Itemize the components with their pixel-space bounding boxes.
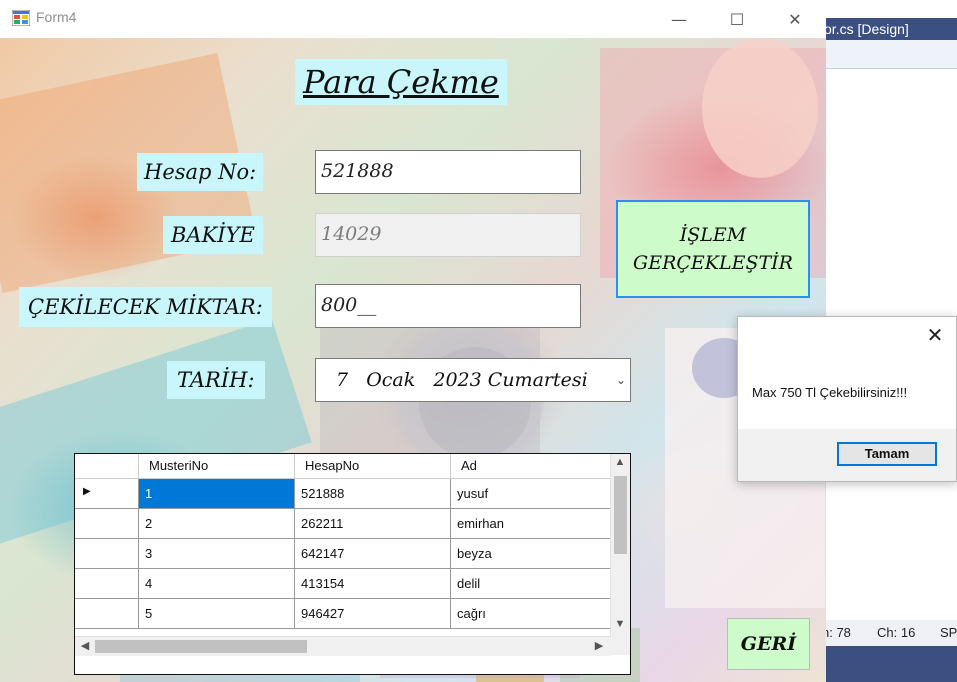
ide-status-extra: SP bbox=[940, 625, 957, 640]
cell-hesapno[interactable]: 946427 bbox=[295, 599, 451, 628]
hesap-no-input[interactable]: 521888 bbox=[315, 150, 581, 194]
row-header[interactable]: ▶ bbox=[75, 479, 139, 508]
current-row-icon: ▶ bbox=[83, 486, 91, 497]
cell-ad[interactable]: yusuf bbox=[451, 479, 611, 508]
tamam-button[interactable]: Tamam bbox=[837, 442, 937, 466]
column-header-hesapno[interactable]: HesapNo bbox=[295, 454, 451, 478]
cell-musterino[interactable]: 3 bbox=[139, 539, 295, 568]
scroll-down-icon[interactable]: ▼ bbox=[612, 618, 628, 630]
scrollbar-corner bbox=[611, 636, 630, 655]
chevron-down-icon[interactable]: ⌄ bbox=[612, 359, 630, 401]
bakiye-field: 14029 bbox=[315, 213, 581, 257]
maximize-button[interactable]: ☐ bbox=[708, 0, 766, 38]
horizontal-scroll-thumb[interactable] bbox=[95, 640, 307, 653]
form-app-icon bbox=[12, 10, 30, 26]
row-header[interactable] bbox=[75, 509, 139, 538]
ide-document-tab-label: or.cs [Design] bbox=[824, 21, 909, 37]
cell-hesapno[interactable]: 521888 bbox=[295, 479, 451, 508]
table-row[interactable]: 5 946427 cağrı bbox=[75, 599, 611, 629]
grid-corner-header[interactable] bbox=[75, 454, 139, 478]
page-title: Para Çekme bbox=[295, 59, 507, 105]
column-header-musterino[interactable]: MusteriNo bbox=[139, 454, 295, 478]
cekilecek-miktar-label: ÇEKİLECEK MİKTAR: bbox=[19, 287, 272, 327]
cell-musterino[interactable]: 2 bbox=[139, 509, 295, 538]
islem-gerceklestir-button[interactable]: İŞLEM GERÇEKLEŞTİR bbox=[616, 200, 810, 298]
ide-status-bar: n: 78 Ch: 16 SP bbox=[822, 620, 957, 646]
maximize-icon: ☐ bbox=[729, 9, 745, 29]
dialog-footer: Tamam bbox=[738, 429, 956, 481]
vertical-scroll-thumb[interactable] bbox=[614, 476, 627, 554]
cell-hesapno[interactable]: 642147 bbox=[295, 539, 451, 568]
close-button[interactable]: ✕ bbox=[766, 0, 824, 38]
table-row[interactable]: 4 413154 delil bbox=[75, 569, 611, 599]
grid-header: MusteriNo HesapNo Ad bbox=[75, 454, 611, 479]
cell-ad[interactable]: emirhan bbox=[451, 509, 611, 538]
cell-hesapno[interactable]: 262211 bbox=[295, 509, 451, 538]
table-row[interactable]: 3 642147 beyza bbox=[75, 539, 611, 569]
ide-status-column: Ch: 16 bbox=[877, 625, 916, 640]
scroll-up-icon[interactable]: ▲ bbox=[612, 456, 628, 468]
ide-toolbar-strip bbox=[826, 40, 957, 69]
cell-ad[interactable]: beyza bbox=[451, 539, 611, 568]
islem-button-line2: GERÇEKLEŞTİR bbox=[633, 252, 793, 274]
row-header[interactable] bbox=[75, 539, 139, 568]
cell-ad[interactable]: delil bbox=[451, 569, 611, 598]
table-row[interactable]: 2 262211 emirhan bbox=[75, 509, 611, 539]
tarih-label: TARİH: bbox=[167, 361, 265, 399]
grid-horizontal-scrollbar[interactable]: ◀ ▶ bbox=[75, 636, 611, 656]
scroll-left-icon[interactable]: ◀ bbox=[77, 639, 93, 652]
islem-button-line1: İŞLEM bbox=[679, 224, 747, 246]
geri-button[interactable]: GERİ bbox=[727, 618, 810, 670]
column-header-ad[interactable]: Ad bbox=[451, 454, 611, 478]
row-header[interactable] bbox=[75, 599, 139, 628]
cell-ad[interactable]: cağrı bbox=[451, 599, 611, 628]
customer-data-grid[interactable]: MusteriNo HesapNo Ad ▶ 1 521888 yusuf 2 … bbox=[74, 453, 631, 675]
tarih-date-picker[interactable]: 7 Ocak 2023 Cumartesi ⌄ bbox=[315, 358, 631, 402]
window-title: Form4 bbox=[36, 9, 77, 25]
cell-musterino[interactable]: 5 bbox=[139, 599, 295, 628]
table-row[interactable]: ▶ 1 521888 yusuf bbox=[75, 479, 611, 509]
title-bar[interactable]: Form4 — ☐ ✕ bbox=[0, 0, 826, 38]
form-client-area: Para Çekme Hesap No: 521888 BAKİYE 14029… bbox=[0, 38, 826, 682]
close-icon: ✕ bbox=[926, 325, 944, 347]
cell-musterino[interactable]: 4 bbox=[139, 569, 295, 598]
cekilecek-miktar-input[interactable]: 800__ bbox=[315, 284, 581, 328]
bakiye-label: BAKİYE bbox=[163, 216, 263, 254]
dialog-message: Max 750 Tl Çekebilirsiniz!!! bbox=[752, 385, 908, 400]
form4-window: Form4 — ☐ ✕ Para Çekme Hesap No: 521888 … bbox=[0, 0, 826, 682]
minimize-icon: — bbox=[671, 9, 687, 29]
cell-musterino[interactable]: 1 bbox=[139, 479, 295, 508]
tarih-date-value: 7 Ocak 2023 Cumartesi bbox=[336, 369, 588, 391]
ide-status-line: n: 78 bbox=[822, 625, 851, 640]
cell-hesapno[interactable]: 413154 bbox=[295, 569, 451, 598]
ide-document-tab[interactable]: or.cs [Design] bbox=[824, 18, 957, 40]
hesap-no-label: Hesap No: bbox=[137, 153, 264, 191]
scroll-right-icon[interactable]: ▶ bbox=[591, 639, 607, 652]
row-header[interactable] bbox=[75, 569, 139, 598]
grid-vertical-scrollbar[interactable]: ▲ ▼ bbox=[610, 454, 630, 636]
minimize-button[interactable]: — bbox=[650, 0, 708, 38]
close-icon: ✕ bbox=[788, 9, 802, 29]
ide-bottom-bar bbox=[826, 646, 957, 682]
message-box-dialog: ✕ Max 750 Tl Çekebilirsiniz!!! Tamam bbox=[737, 316, 957, 482]
dialog-close-button[interactable]: ✕ bbox=[922, 323, 948, 349]
